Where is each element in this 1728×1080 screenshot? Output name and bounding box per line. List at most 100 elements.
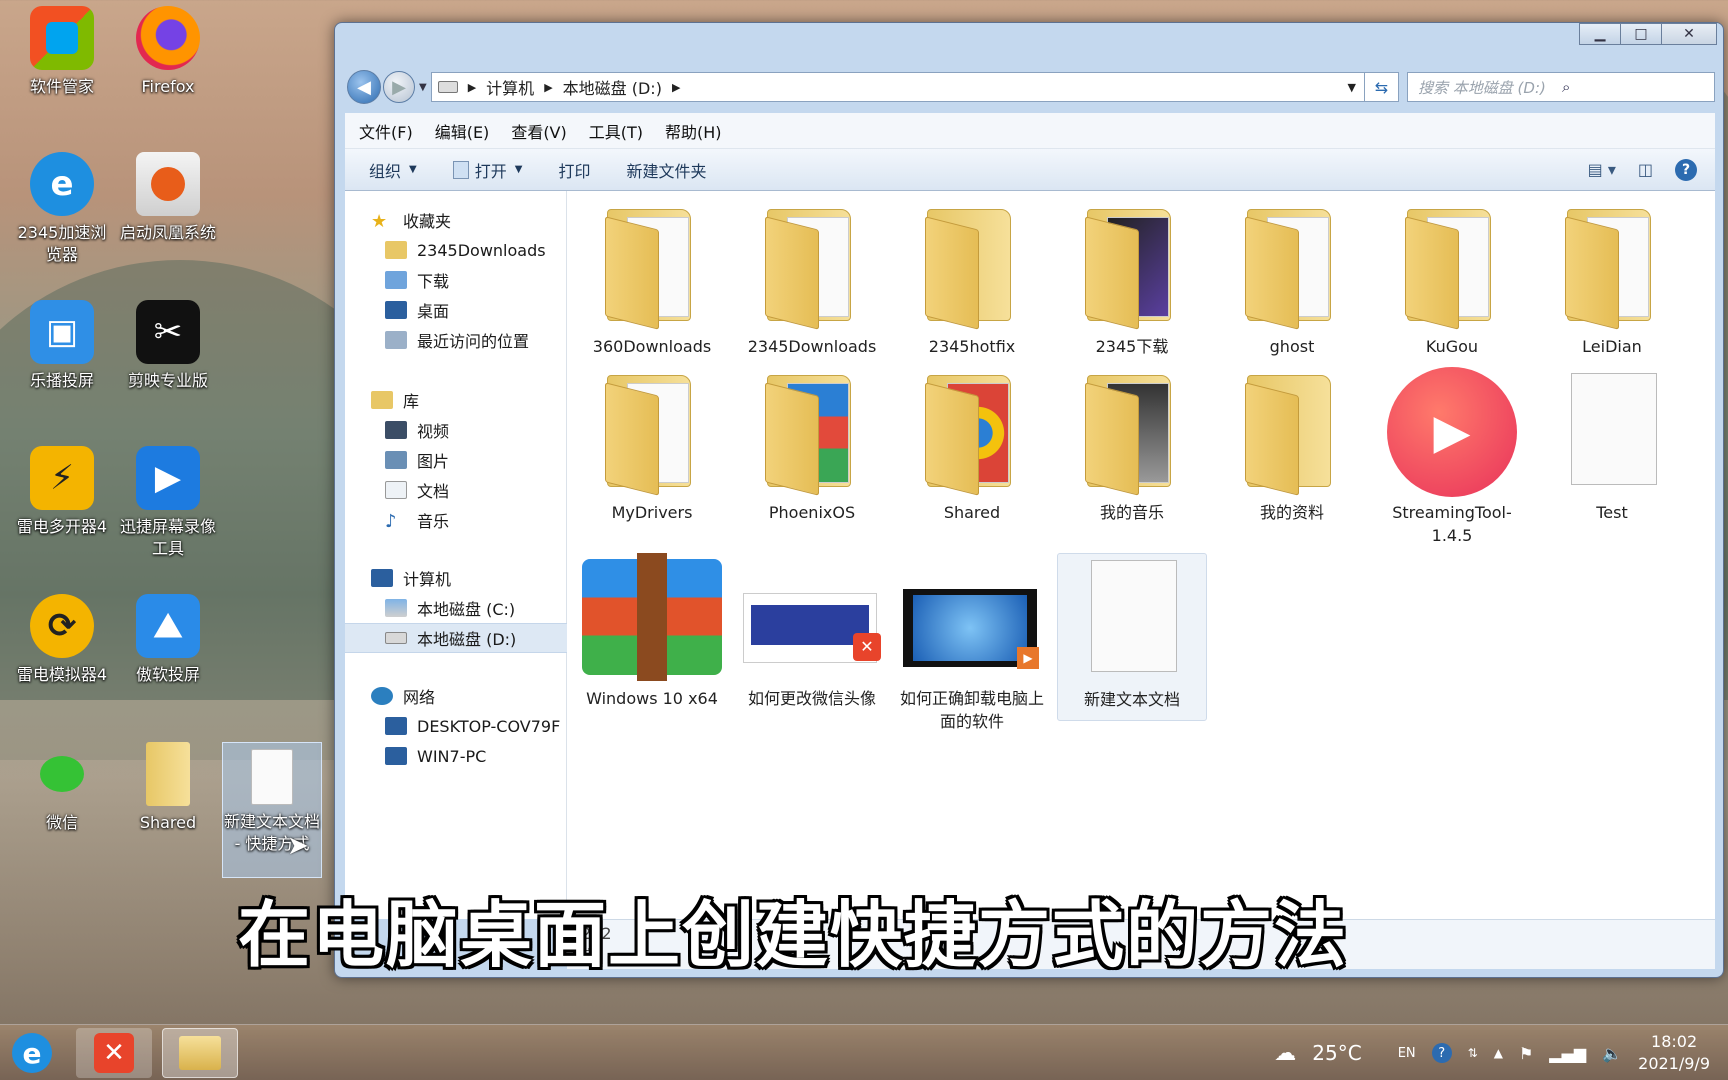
desktop-icon-label: 软件管家 xyxy=(29,77,94,96)
nav-net-desktop[interactable]: DESKTOP-COV79F xyxy=(345,711,567,741)
file-item[interactable]: PhoenixOS xyxy=(737,367,887,524)
network-share-icon[interactable]: ⇅ xyxy=(1468,1046,1478,1060)
nav-label: 视频 xyxy=(417,422,450,441)
desktop-icon-lebo[interactable]: ▣ 乐播投屏 xyxy=(12,300,112,392)
file-item[interactable]: ghost xyxy=(1217,201,1367,358)
taskbar-app-video-editor[interactable]: ✕ xyxy=(76,1028,152,1078)
volume-icon[interactable]: 🔈 xyxy=(1602,1044,1622,1063)
desktop-icon-ldmultiplayer[interactable]: ⚡ 雷电多开器4 xyxy=(12,446,112,538)
file-item[interactable]: 我的音乐 xyxy=(1057,367,1207,524)
file-item[interactable]: ▶ StreamingTool-1.4.5 xyxy=(1377,367,1527,547)
desktop-icon-label: 雷电模拟器4 xyxy=(16,665,108,684)
signal-icon[interactable]: ▂▄▆ xyxy=(1549,1044,1586,1063)
recent-pages-dropdown[interactable]: ▼ xyxy=(419,82,427,93)
nav-fav-downloads[interactable]: 下载 xyxy=(345,265,567,295)
show-hidden-icons-icon[interactable]: ▲ xyxy=(1494,1046,1503,1060)
address-dropdown-icon[interactable]: ▼ xyxy=(1348,81,1356,94)
file-item[interactable]: Shared xyxy=(897,367,1047,524)
file-item[interactable]: MyDrivers xyxy=(577,367,727,524)
desktop-icon-apowermirror[interactable]: ⛰ 傲软投屏 xyxy=(118,594,218,686)
nav-network[interactable]: 网络 xyxy=(345,681,567,711)
desktop-icon-firefox[interactable]: Firefox xyxy=(118,6,218,98)
weather-temp[interactable]: 25°C xyxy=(1312,1041,1361,1065)
capcut-icon: ✂ xyxy=(136,300,200,364)
breadcrumb-computer[interactable]: 计算机 xyxy=(486,75,534,99)
nav-fav-desktop[interactable]: 桌面 xyxy=(345,295,567,325)
file-name: PhoenixOS xyxy=(768,503,856,522)
desktop-icon-ldplayer[interactable]: ⟳ 雷电模拟器4 xyxy=(12,594,112,686)
nav-fav-recent[interactable]: 最近访问的位置 xyxy=(345,325,567,355)
nav-lib-documents[interactable]: 文档 xyxy=(345,475,567,505)
file-item[interactable]: 2345Downloads xyxy=(737,201,887,358)
nav-libraries[interactable]: 库 xyxy=(345,385,567,415)
folder-icon xyxy=(1397,201,1507,331)
forward-button[interactable]: ▶ xyxy=(383,71,415,103)
help-icon[interactable]: ? xyxy=(1431,1043,1452,1063)
menu-file[interactable]: 文件(F) xyxy=(359,119,413,143)
search-icon[interactable]: ⌕ xyxy=(1562,78,1706,96)
desktop-icon-wechat[interactable]: 微信 xyxy=(12,742,112,834)
desktop-icon-label: 剪映专业版 xyxy=(127,371,208,390)
file-item[interactable]: ✕ 如何更改微信头像 xyxy=(737,553,887,710)
breadcrumb-separator-icon: ▶ xyxy=(467,80,477,94)
open-button[interactable]: 打开 ▼ xyxy=(452,158,523,182)
input-language[interactable]: EN xyxy=(1398,1046,1416,1061)
file-item[interactable]: 2345hotfix xyxy=(897,201,1047,358)
nav-lib-pictures[interactable]: 图片 xyxy=(345,445,567,475)
nav-net-win7[interactable]: WIN7-PC xyxy=(345,741,567,771)
nav-lib-videos[interactable]: 视频 xyxy=(345,415,567,445)
chevron-down-icon: ▼ xyxy=(514,164,523,175)
desktop-icon-software-manager[interactable]: 软件管家 xyxy=(12,6,112,98)
file-item[interactable]: LeiDian xyxy=(1537,201,1687,358)
file-item[interactable]: 2345下载 xyxy=(1057,201,1207,358)
maximize-button[interactable]: □ xyxy=(1620,23,1662,45)
start-button[interactable]: e xyxy=(4,1028,60,1078)
desktop-icon-label: 乐播投屏 xyxy=(29,371,94,390)
help-icon[interactable]: ? xyxy=(1675,158,1697,181)
nav-label: 最近访问的位置 xyxy=(417,332,530,351)
menu-help[interactable]: 帮助(H) xyxy=(665,119,722,143)
new-folder-button[interactable]: 新建文件夹 xyxy=(626,158,706,182)
file-item[interactable]: KuGou xyxy=(1377,201,1527,358)
desktop-icon-label: 雷电多开器4 xyxy=(16,517,108,536)
menu-tools[interactable]: 工具(T) xyxy=(589,119,643,143)
action-center-flag-icon[interactable]: ⚑ xyxy=(1519,1044,1533,1063)
change-view-icon[interactable]: ▤ ▾ xyxy=(1588,160,1616,179)
back-button[interactable]: ◀ xyxy=(347,70,381,104)
nav-drive-c[interactable]: 本地磁盘 (C:) xyxy=(345,593,567,623)
file-item-selected[interactable]: 新建文本文档 xyxy=(1057,553,1207,721)
desktop-icon-2345-browser[interactable]: e 2345加速浏览器 xyxy=(12,152,112,266)
clock[interactable]: 18:02 2021/9/9 xyxy=(1638,1031,1710,1075)
desktop-icon-screen-recorder[interactable]: ▶ 迅捷屏幕录像工具 xyxy=(118,446,218,560)
nav-favorites[interactable]: ★ 收藏夹 xyxy=(345,205,567,235)
nav-computer[interactable]: 计算机 xyxy=(345,563,567,593)
menu-edit[interactable]: 编辑(E) xyxy=(435,119,490,143)
menu-view[interactable]: 查看(V) xyxy=(511,119,566,143)
taskbar-app-explorer[interactable] xyxy=(162,1028,238,1078)
search-input[interactable]: 搜索 本地磁盘 (D:) ⌕ xyxy=(1407,72,1715,102)
desktop-icon-phoenix-os[interactable]: 启动凤凰系统 xyxy=(118,152,218,244)
system-drive-icon xyxy=(385,599,407,617)
file-name: 新建文本文档 xyxy=(1083,690,1180,709)
file-item[interactable]: Windows 10 x64 xyxy=(577,553,727,710)
desktop-icon-capcut[interactable]: ✂ 剪映专业版 xyxy=(118,300,218,392)
file-item[interactable]: 360Downloads xyxy=(577,201,727,358)
address-bar[interactable]: ▶ 计算机 ▶ 本地磁盘 (D:) ▶ ▼ xyxy=(430,72,1365,102)
nav-label: 桌面 xyxy=(417,302,450,321)
desktop-icon-shared[interactable]: Shared xyxy=(118,742,218,834)
preview-pane-icon[interactable]: ◫ xyxy=(1638,160,1653,179)
print-button[interactable]: 打印 xyxy=(558,158,590,182)
file-item[interactable]: Test xyxy=(1537,367,1687,524)
file-item[interactable]: 我的资料 xyxy=(1217,367,1367,524)
nav-lib-music[interactable]: ♪ 音乐 xyxy=(345,505,567,535)
desktop-icon-label: 傲软投屏 xyxy=(135,665,200,684)
nav-fav-2345downloads[interactable]: 2345Downloads xyxy=(345,235,567,265)
file-item[interactable]: ▶ 如何正确卸载电脑上面的软件 xyxy=(897,553,1047,733)
close-button[interactable]: ✕ xyxy=(1661,23,1717,45)
organize-button[interactable]: 组织 ▼ xyxy=(369,158,417,182)
nav-drive-d[interactable]: 本地磁盘 (D:) xyxy=(345,623,567,653)
breadcrumb-drive-d[interactable]: 本地磁盘 (D:) xyxy=(563,75,662,99)
desktop-icon-text-shortcut[interactable]: 新建文本文档 - 快捷方式 ➤ xyxy=(222,742,322,878)
minimize-button[interactable]: ▁ xyxy=(1579,23,1621,45)
refresh-button[interactable]: ⇆ xyxy=(1365,72,1399,102)
